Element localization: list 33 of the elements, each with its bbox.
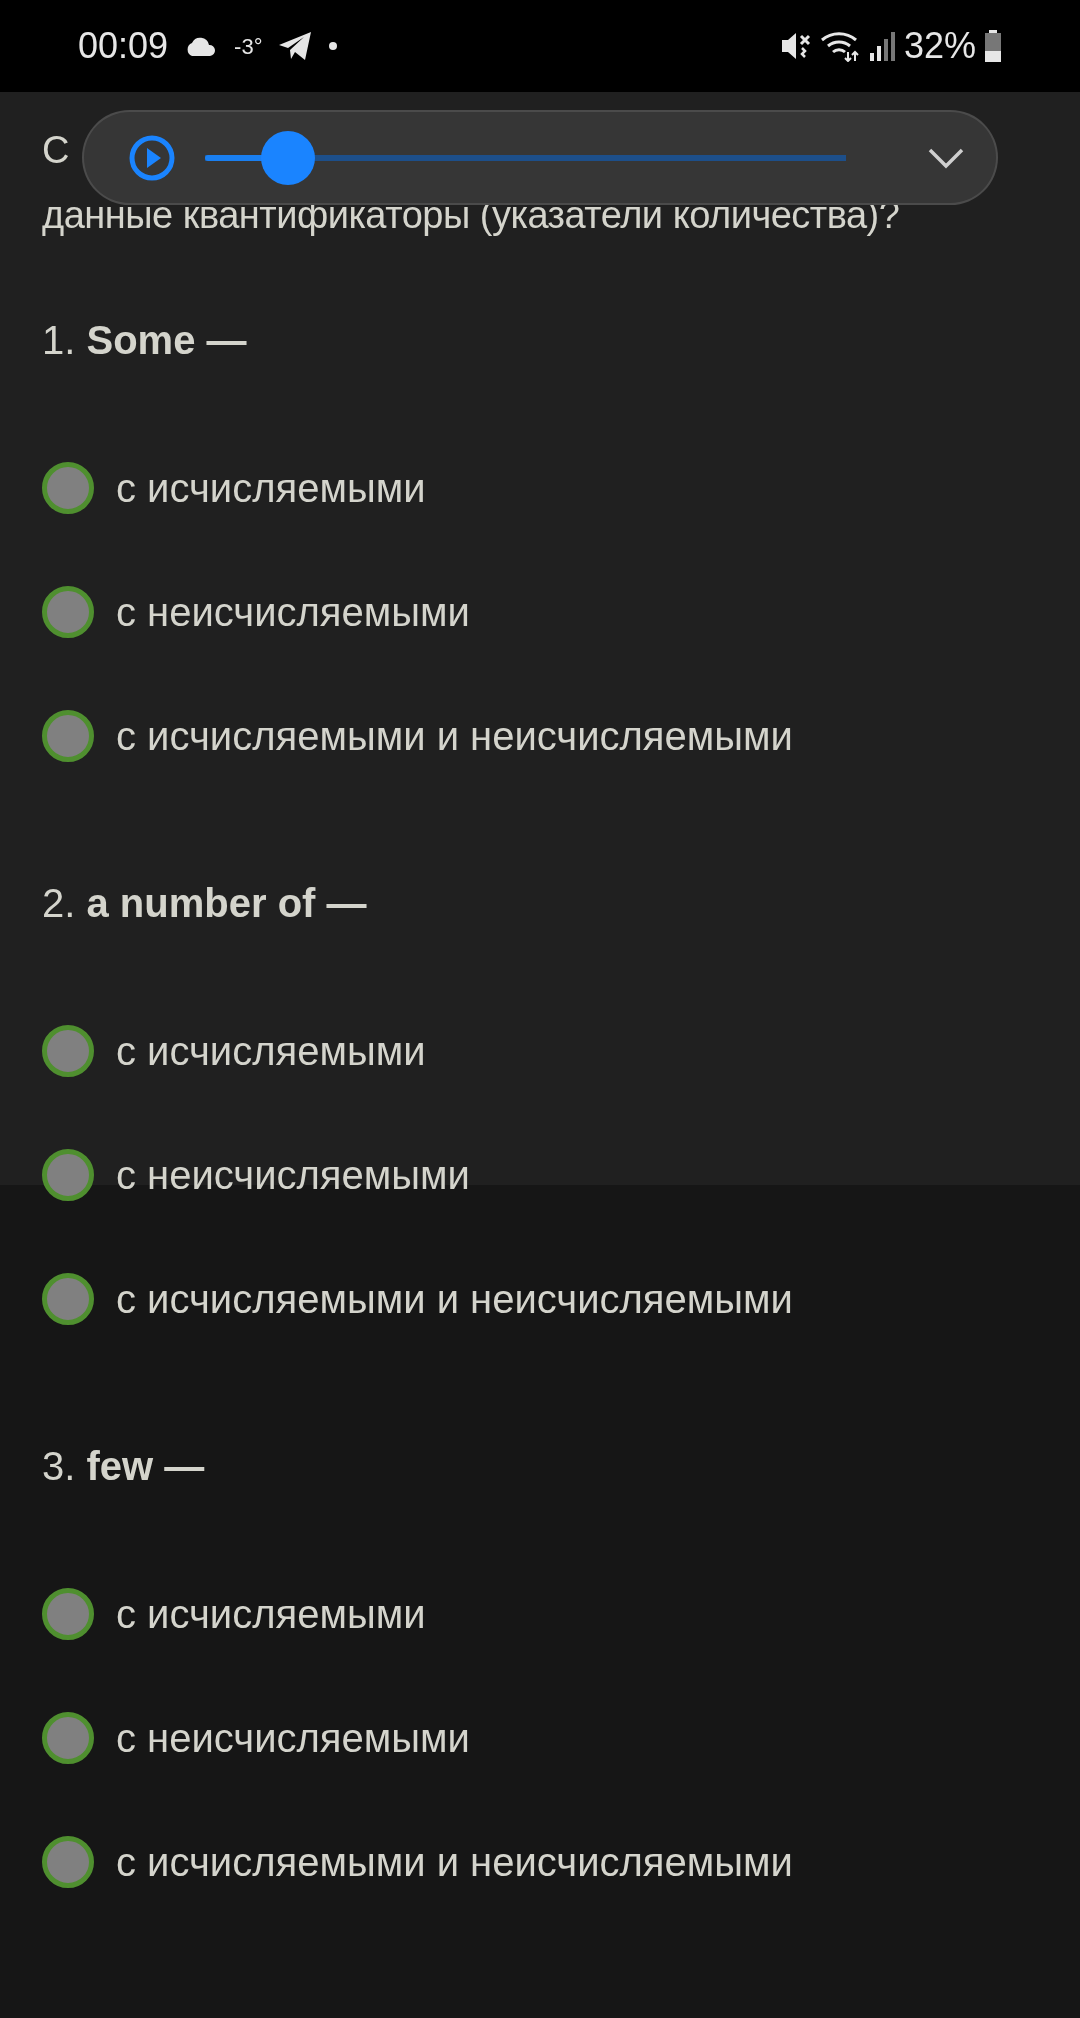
battery-level: 32% [903, 24, 976, 68]
wifi-icon [819, 30, 860, 62]
mute-icon [779, 30, 812, 62]
radio-button[interactable] [42, 1273, 94, 1325]
send-icon [278, 31, 313, 61]
radio-button[interactable] [42, 1588, 94, 1640]
option-label[interactable]: с исчисляемыми [116, 1021, 426, 1081]
item-heading: 2. a number of — [42, 880, 368, 927]
radio-button[interactable] [42, 1712, 94, 1764]
radio-button[interactable] [42, 1025, 94, 1077]
signal-icon [867, 31, 896, 61]
option-label[interactable]: с исчисляемыми [116, 1584, 426, 1644]
battery-icon [984, 30, 1002, 62]
option-label[interactable]: с неисчисляемыми [116, 582, 470, 642]
radio-button[interactable] [42, 1149, 94, 1201]
option-label[interactable]: с исчисляемыми и неисчисляемыми [116, 1832, 793, 1892]
play-icon[interactable] [129, 134, 175, 181]
option-label[interactable]: с исчисляемыми и неисчисляемыми [116, 706, 793, 766]
radio-button[interactable] [42, 586, 94, 638]
radio-button[interactable] [42, 462, 94, 514]
item-heading: 1. Some — [42, 317, 248, 364]
option-label[interactable]: с исчисляемыми [116, 458, 426, 518]
radio-button[interactable] [42, 710, 94, 762]
question-text: данные квантификаторы (указатели количества)? [42, 193, 900, 238]
question-text: С [42, 128, 69, 173]
option-label[interactable]: с исчисляемыми и неисчисляемыми [116, 1269, 793, 1329]
dot-icon [328, 41, 339, 51]
item-heading: 3. few — [42, 1443, 206, 1490]
option-label[interactable]: с неисчисляемыми [116, 1708, 470, 1768]
clock: 00:09 [78, 24, 169, 68]
radio-button[interactable] [42, 1836, 94, 1888]
option-label[interactable]: с неисчисляемыми [116, 1145, 470, 1205]
temperature: -3° [234, 32, 263, 61]
